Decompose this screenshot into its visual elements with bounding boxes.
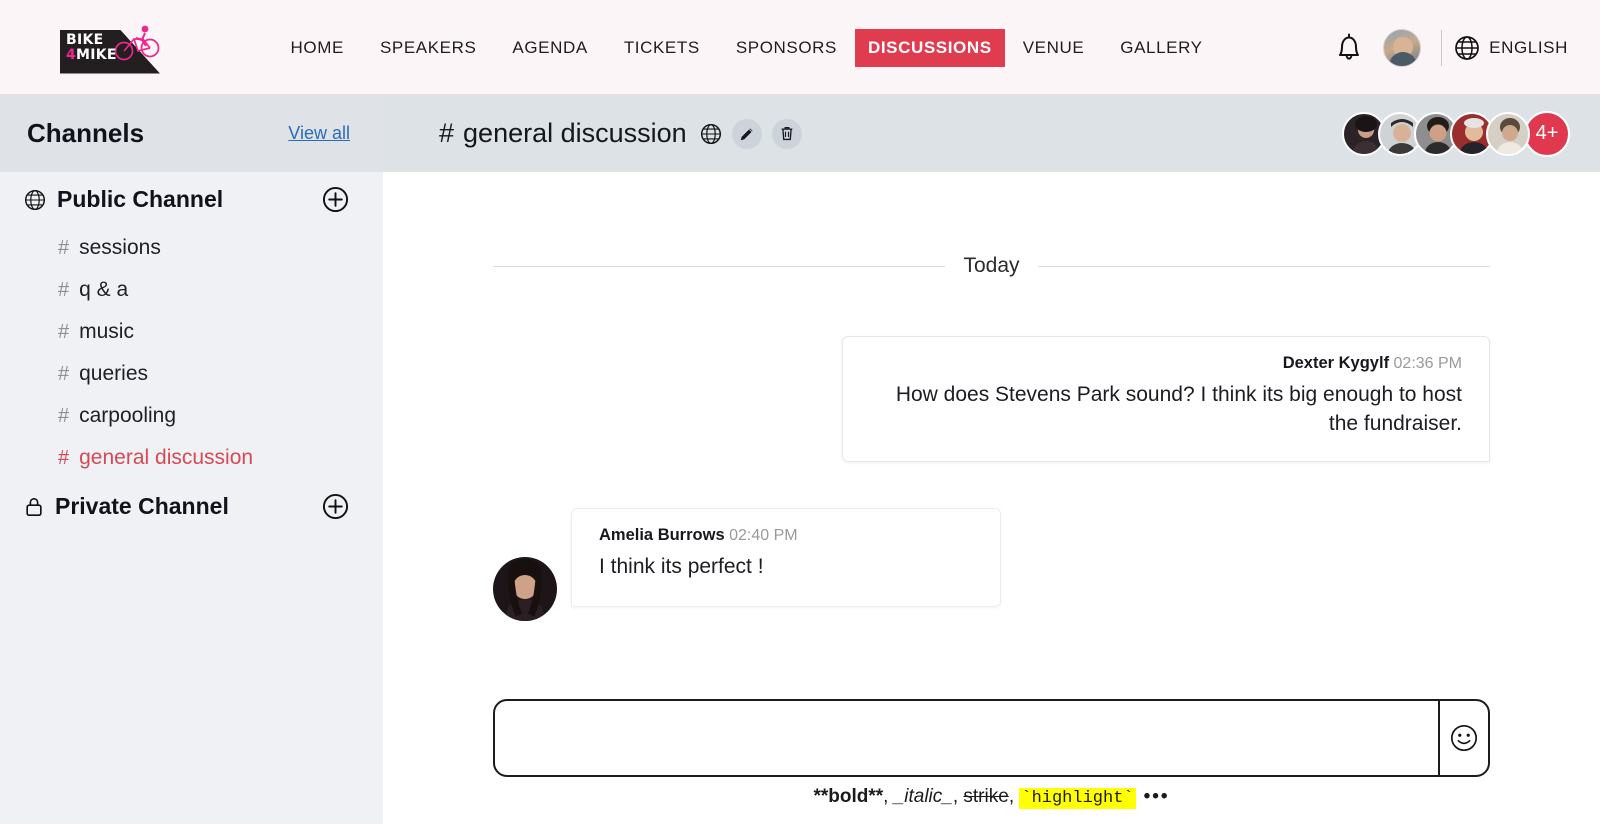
message-bubble[interactable]: Dexter Kygylf 02:36 PM How does Stevens …: [842, 336, 1490, 462]
sidebar-channel-q-and-a[interactable]: # q & a: [0, 269, 383, 311]
message-meta: Dexter Kygylf 02:36 PM: [870, 354, 1462, 373]
header-actions: ENGLISH: [1323, 28, 1572, 67]
trash-icon: [781, 127, 793, 141]
globe-icon: [1455, 35, 1480, 60]
edit-channel-button[interactable]: [731, 118, 762, 149]
divider-line-right: [1037, 265, 1491, 267]
sidebar-channel-queries[interactable]: # queries: [0, 353, 383, 395]
message-meta: Amelia Burrows 02:40 PM: [599, 526, 973, 545]
group-label-private: Private Channel: [55, 493, 229, 519]
hash-icon: #: [58, 278, 70, 301]
hint-bold: **bold**: [813, 786, 884, 807]
app-shell: Channels View all Public Channel # sessi…: [0, 95, 1600, 824]
message-row-outgoing: Dexter Kygylf 02:36 PM How does Stevens …: [493, 336, 1490, 462]
smiley-icon: [1450, 724, 1478, 752]
language-label: ENGLISH: [1489, 37, 1568, 57]
hash-icon: #: [58, 446, 70, 469]
user-avatar[interactable]: [1383, 28, 1422, 67]
lock-icon: [26, 497, 42, 516]
sidebar-header: Channels View all: [0, 95, 383, 172]
bell-icon: [1339, 33, 1360, 60]
hint-sep-3: ,: [1008, 786, 1020, 807]
message-row-incoming: Amelia Burrows 02:40 PM I think its perf…: [493, 507, 1490, 621]
pencil-icon: [740, 127, 753, 140]
day-label: Today: [963, 254, 1020, 277]
nav-item-venue[interactable]: VENUE: [1005, 31, 1103, 65]
hash-icon: #: [58, 362, 70, 385]
hint-strike: strike: [963, 786, 1009, 807]
globe-icon: [700, 123, 721, 144]
nav-item-speakers[interactable]: SPEAKERS: [362, 31, 494, 65]
language-selector[interactable]: ENGLISH: [1454, 35, 1572, 61]
members-overflow-badge[interactable]: 4+: [1524, 110, 1570, 157]
channel-label: music: [79, 320, 134, 343]
channel-label: carpooling: [79, 404, 177, 427]
channel-name: general discussion: [463, 118, 687, 148]
hash-icon: #: [439, 118, 455, 148]
globe-icon: [24, 189, 46, 210]
message-bubble[interactable]: Amelia Burrows 02:40 PM I think its perf…: [571, 507, 1001, 607]
channels-sidebar: Channels View all Public Channel # sessi…: [0, 95, 383, 824]
group-public-channel[interactable]: Public Channel: [0, 172, 383, 227]
delete-channel-button[interactable]: [771, 118, 802, 149]
brand-logo[interactable]: BIKE 4MIKE: [60, 22, 160, 74]
hash-icon: #: [58, 320, 70, 343]
channel-label: general discussion: [79, 446, 254, 469]
nav-item-tickets[interactable]: TICKETS: [606, 31, 718, 65]
composer-area: **bold**, _italic_, strike, `highlight` •…: [383, 699, 1600, 824]
group-label-public: Public Channel: [57, 186, 224, 212]
message-time: 02:40 PM: [729, 526, 798, 544]
group-private-channel[interactable]: Private Channel: [0, 479, 383, 534]
message-list: Today Dexter Kygylf 02:36 PM How does St…: [383, 172, 1600, 699]
chat-panel: # general discussion 4+ Today Dexter Kyg…: [383, 95, 1600, 824]
emoji-picker-button[interactable]: [1438, 701, 1488, 775]
logo-wordmark: BIKE 4MIKE: [66, 31, 117, 63]
nav-item-gallery[interactable]: GALLERY: [1102, 31, 1220, 65]
hint-sep-1: ,: [883, 786, 894, 807]
hint-more-button[interactable]: •••: [1144, 786, 1170, 807]
channel-label: sessions: [79, 236, 161, 259]
message-text: I think its perfect !: [599, 554, 764, 578]
channel-label: queries: [79, 362, 149, 385]
hash-icon: #: [58, 236, 70, 259]
plus-circle-icon: [322, 186, 349, 213]
add-public-channel-button[interactable]: [322, 186, 349, 213]
site-header: BIKE 4MIKE HOME SPEAKERS AGENDA TICKETS …: [0, 0, 1600, 95]
sidebar-channel-carpooling[interactable]: # carpooling: [0, 395, 383, 437]
chat-channel-title: # general discussion: [439, 118, 722, 149]
hash-icon: #: [58, 404, 70, 427]
message-author: Dexter Kygylf: [1282, 354, 1390, 372]
nav-item-sponsors[interactable]: SPONSORS: [718, 31, 855, 65]
chat-header: # general discussion 4+: [383, 95, 1600, 172]
add-private-channel-button[interactable]: [322, 493, 349, 520]
sidebar-channel-sessions[interactable]: # sessions: [0, 227, 383, 269]
channel-members: 4+: [1342, 110, 1570, 157]
divider-line-left: [493, 265, 946, 267]
nav-item-agenda[interactable]: AGENDA: [494, 31, 605, 65]
view-all-link[interactable]: View all: [288, 123, 350, 144]
day-divider: Today: [493, 254, 1491, 278]
sidebar-title: Channels: [27, 118, 145, 148]
message-composer: [493, 699, 1490, 777]
sidebar-channel-music[interactable]: # music: [0, 311, 383, 353]
message-input[interactable]: [495, 701, 1438, 775]
notifications-button[interactable]: [1323, 33, 1375, 63]
bicycle-icon: [114, 25, 160, 60]
message-author: Amelia Burrows: [599, 525, 725, 544]
message-time: 02:36 PM: [1393, 355, 1462, 372]
plus-circle-icon: [322, 493, 349, 520]
member-avatar[interactable]: [1486, 111, 1530, 156]
sidebar-channel-general-discussion[interactable]: # general discussion: [0, 437, 383, 479]
channel-label: q & a: [79, 278, 129, 301]
message-text: How does Stevens Park sound? I think its…: [895, 383, 1462, 435]
formatting-hints: **bold**, _italic_, strike, `highlight` •…: [493, 786, 1490, 809]
hint-italic: _italic_: [893, 786, 953, 807]
nav-item-discussions[interactable]: DISCUSSIONS: [854, 28, 1005, 67]
header-divider: [1441, 29, 1443, 66]
nav-item-home[interactable]: HOME: [273, 31, 362, 65]
hint-highlight: `highlight`: [1019, 788, 1136, 809]
hint-sep-2: ,: [952, 786, 964, 807]
main-navigation: HOME SPEAKERS AGENDA TICKETS SPONSORS DI…: [170, 28, 1323, 67]
message-avatar[interactable]: [493, 556, 557, 621]
